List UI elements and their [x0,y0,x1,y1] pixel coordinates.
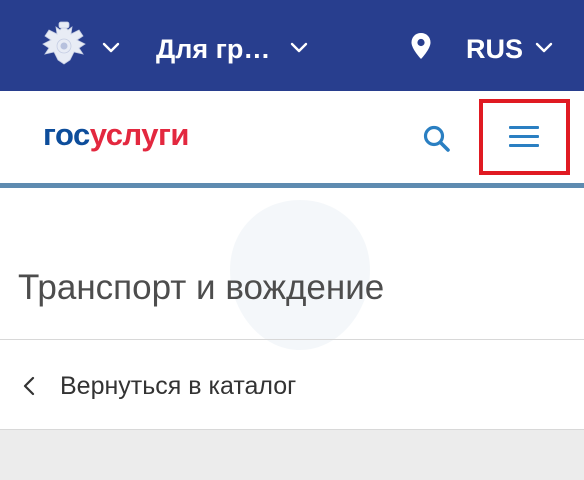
back-link-label: Вернуться в каталог [60,371,297,400]
header-divider [0,183,584,188]
audience-chevron-down-icon[interactable] [290,42,308,54]
gosuslugi-logo[interactable]: госуслуги [43,117,189,153]
audience-selector[interactable]: Для гр… [156,32,270,66]
divider [0,339,584,340]
menu-button[interactable] [479,99,570,175]
logo-part-gos: гос [43,117,90,152]
coat-of-arms-icon[interactable] [36,20,92,72]
language-chevron-down-icon[interactable] [535,42,553,54]
language-selector[interactable]: RUS [466,32,523,66]
logo-part-uslugi: услуги [89,117,190,152]
top-bar: Для гр… RUS [0,0,584,91]
content-area [0,430,584,480]
back-to-catalog-link[interactable]: Вернуться в каталог [22,366,296,406]
search-icon[interactable] [420,122,456,158]
chevron-left-icon [22,375,36,397]
hamburger-menu-icon [509,126,539,148]
emblem-chevron-down-icon[interactable] [102,42,120,54]
map-pin-icon[interactable] [410,32,432,60]
page-title: Транспорт и вождение [18,268,385,307]
